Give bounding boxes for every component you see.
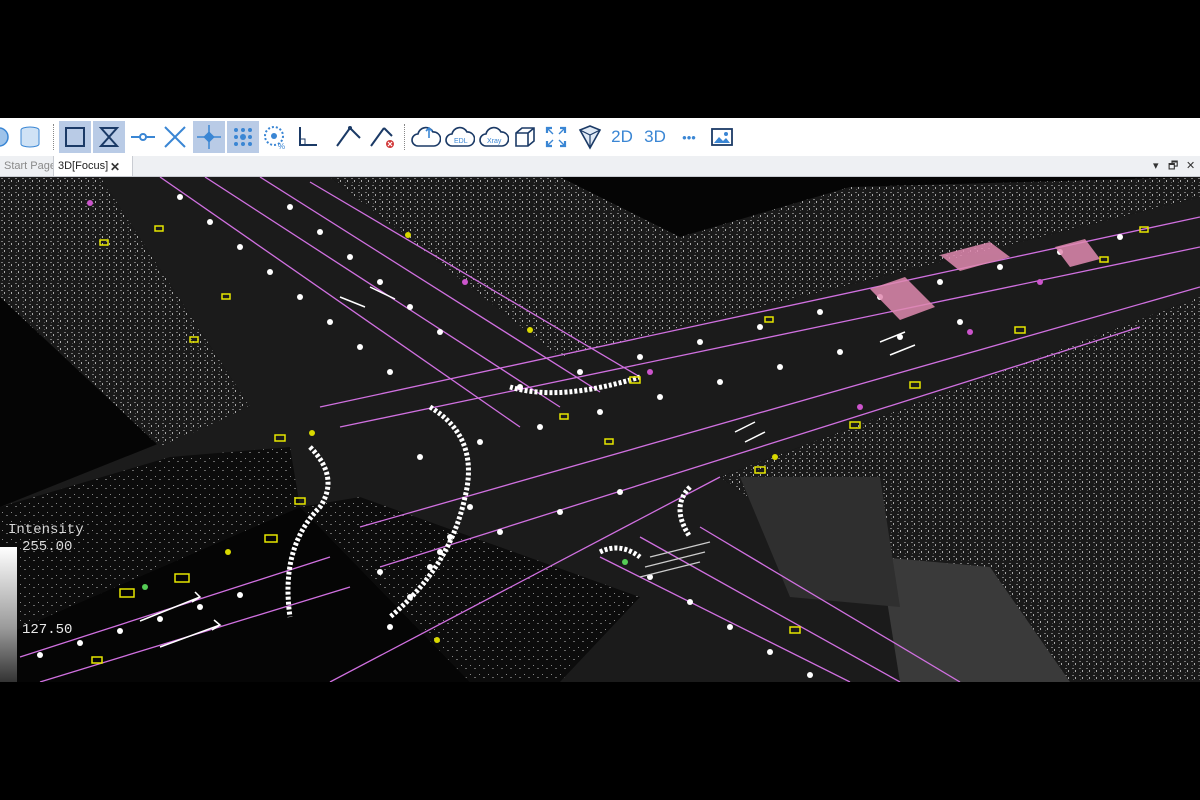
tab-start-page[interactable]: Start Page [0,156,60,176]
view-cube-button[interactable] [575,121,605,153]
point-cloud-scene [0,177,1200,682]
intensity-legend-max: 255.00 [22,539,73,555]
screenshot-button[interactable] [708,121,736,153]
cross-lines-button[interactable] [161,121,189,153]
cloud-edl-button[interactable]: EDL [444,121,476,153]
globe-button[interactable] [0,121,12,153]
database-button[interactable] [16,121,44,153]
corner-axis-icon [299,127,317,146]
svg-text:Xray: Xray [487,138,502,145]
globe-icon [0,127,9,147]
toolbar-separator [404,124,406,150]
svg-text:%: % [278,142,285,150]
tab-3d-focus[interactable]: 3D[Focus] ✕ [53,156,133,176]
more-button[interactable]: ••• [673,121,705,153]
intensity-color-bar [0,547,17,682]
tab-label: 3D[Focus] [58,160,109,172]
mode-2d-label: 2D [611,127,633,146]
close-icon[interactable]: ✕ [110,157,120,177]
cloud-xray-icon: Xray [479,126,509,147]
hourglass-select-button[interactable] [93,121,125,153]
rectangle-select-button[interactable] [59,121,91,153]
image-icon [711,128,733,146]
more-icon: ••• [682,129,696,145]
toolbar-separator [53,124,55,150]
measure-angle-delete-icon [370,127,394,148]
mode-3d-button[interactable]: 3D [640,121,670,153]
sphere-points-icon: % [264,126,285,150]
point-cloud-viewport[interactable]: Intensity 255.00 127.50 [0,177,1200,682]
cube-button[interactable] [511,121,539,153]
close-window-icon[interactable]: ✕ [1186,156,1195,176]
cloud-up-icon [411,126,441,147]
hourglass-select-icon [98,127,120,147]
intensity-legend-title: Intensity [8,522,84,538]
measure-angle-button[interactable] [332,121,364,153]
cube-icon [515,127,535,147]
toolbar: % EDL Xray 2D 3D ••• [0,118,1200,156]
restore-icon[interactable]: 🗗 [1168,156,1178,176]
fullscreen-button[interactable] [542,121,570,153]
point-on-line-button[interactable] [128,121,158,153]
measure-angle-icon [336,126,361,147]
view-cube-icon [578,125,602,150]
database-icon [20,126,40,148]
sphere-points-button[interactable]: % [261,121,289,153]
snap-grid-button[interactable] [227,121,259,153]
tab-label: Start Page [4,160,56,172]
svg-text:EDL: EDL [454,138,468,145]
cloud-edl-icon: EDL [445,126,475,147]
tab-menu-icon[interactable]: ▾ [1153,156,1159,176]
snap-grid-icon [234,128,252,146]
mode-2d-button[interactable]: 2D [607,121,637,153]
intensity-legend-mid: 127.50 [22,622,73,638]
cloud-up-button[interactable] [410,121,442,153]
document-tab-bar: Start Page 3D[Focus] ✕ ▾ 🗗 ✕ [0,156,1200,177]
fullscreen-icon [545,126,567,148]
corner-axis-button[interactable] [293,121,321,153]
rectangle-select-icon [65,127,85,147]
snap-point-button[interactable] [193,121,225,153]
point-on-line-icon [131,133,155,141]
cloud-xray-button[interactable]: Xray [478,121,510,153]
measure-angle-delete-button[interactable] [366,121,398,153]
cross-lines-icon [164,126,186,148]
snap-point-icon [197,125,221,149]
mode-3d-label: 3D [644,127,666,146]
